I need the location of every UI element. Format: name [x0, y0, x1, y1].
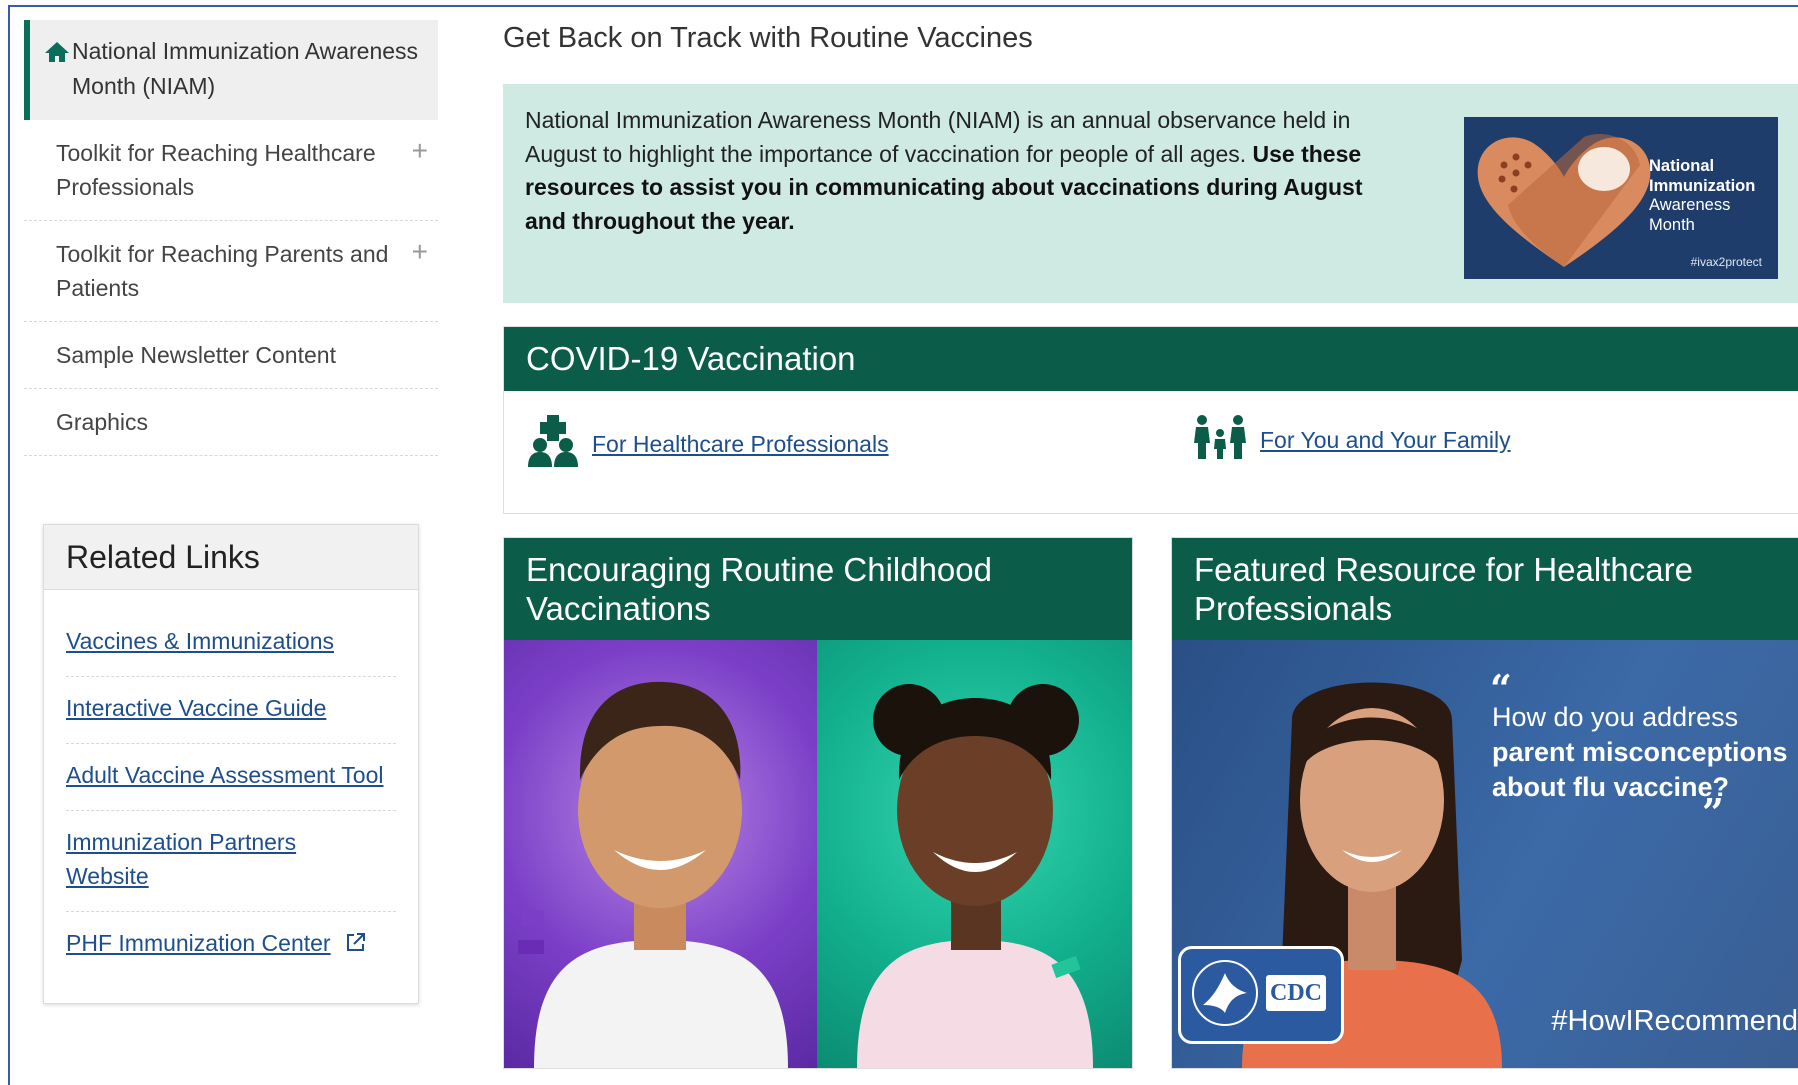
page-title: Get Back on Track with Routine Vaccines — [503, 22, 1033, 54]
list-item: PHF Immunization Center — [66, 912, 396, 980]
expand-plus-icon[interactable]: + — [402, 136, 428, 204]
niam-logo: National Immunization Awareness Month #i… — [1464, 117, 1778, 279]
healthcare-professionals-icon — [526, 415, 580, 473]
link-covid-healthcare-professionals[interactable]: For Healthcare Professionals — [592, 431, 889, 458]
close-quote-icon: ” — [1702, 790, 1724, 835]
link-adult-vaccine-assessment[interactable]: Adult Vaccine Assessment Tool — [66, 762, 384, 788]
featured-resource-heading: Featured Resource for Healthcare Profess… — [1172, 538, 1798, 640]
list-item: Immunization Partners Website — [66, 811, 396, 912]
family-icon — [1192, 415, 1248, 465]
list-item: Interactive Vaccine Guide — [66, 677, 396, 744]
featured-resource-image[interactable]: “ How do you address parent misconceptio… — [1172, 640, 1798, 1068]
external-link-icon — [345, 928, 367, 962]
covid-link-hcp-row: For Healthcare Professionals — [526, 415, 889, 473]
hhs-eagle-icon — [1192, 960, 1258, 1026]
related-links-title: Related Links — [44, 525, 418, 590]
sidebar-item-toolkit-parents[interactable]: Toolkit for Reaching Parents and Patient… — [24, 221, 438, 322]
related-links-list: Vaccines & Immunizations Interactive Vac… — [44, 590, 418, 980]
covid-link-family-row: For You and Your Family — [1192, 415, 1511, 465]
covid-card-heading: COVID-19 Vaccination — [504, 327, 1798, 391]
childhood-card-heading: Encouraging Routine Childhood Vaccinatio… — [504, 538, 1132, 640]
sidebar-item-label: National Immunization Awareness Month (N… — [72, 38, 419, 99]
featured-quote: How do you address parent misconceptions… — [1492, 702, 1788, 802]
intro-banner: National Immunization Awareness Month (N… — [503, 84, 1798, 303]
heart-bandage-icon — [1477, 134, 1651, 267]
expand-plus-icon[interactable]: + — [402, 237, 428, 305]
list-item: Vaccines & Immunizations — [66, 610, 396, 677]
link-phf-immunization-center[interactable]: PHF Immunization Center — [66, 930, 331, 956]
cdc-logo-text: CDC — [1266, 975, 1326, 1011]
sidebar-item-toolkit-hcp[interactable]: Toolkit for Reaching Healthcare Professi… — [24, 120, 438, 221]
sidebar-item-niam[interactable]: National Immunization Awareness Month (N… — [24, 20, 438, 120]
intro-text: National Immunization Awareness Month (N… — [525, 107, 1363, 234]
sidebar-nav: National Immunization Awareness Month (N… — [24, 20, 438, 456]
children-photo[interactable] — [504, 640, 1132, 1068]
girl-photo-panel — [817, 640, 1132, 1068]
link-covid-you-and-family[interactable]: For You and Your Family — [1260, 427, 1511, 454]
featured-resource-card[interactable]: Featured Resource for Healthcare Profess… — [1171, 537, 1798, 1069]
how-i-recommend-hashtag: #HowIRecommend — [1551, 1005, 1798, 1037]
niam-logo-text: National Immunization Awareness Month — [1649, 157, 1756, 234]
sidebar-item-newsletter[interactable]: Sample Newsletter Content — [24, 322, 438, 389]
sidebar-item-label: Toolkit for Reaching Healthcare Professi… — [56, 140, 376, 200]
cdc-logo-badge: CDC — [1178, 946, 1344, 1044]
sidebar-item-label: Graphics — [56, 409, 149, 435]
link-interactive-vaccine-guide[interactable]: Interactive Vaccine Guide — [66, 695, 326, 721]
niam-logo-hashtag: #ivax2protect — [1690, 255, 1762, 269]
sidebar-item-graphics[interactable]: Graphics — [24, 389, 438, 456]
covid-vaccination-card: COVID-19 Vaccination For Healthcare Prof… — [503, 326, 1798, 514]
link-immunization-partners[interactable]: Immunization Partners Website — [66, 825, 326, 893]
sidebar-item-label: Sample Newsletter Content — [56, 342, 336, 368]
related-links-box: Related Links Vaccines & Immunizations I… — [43, 524, 419, 1004]
sidebar-item-label: Toolkit for Reaching Parents and Patient… — [56, 241, 389, 301]
home-icon — [44, 34, 72, 104]
boy-photo-panel — [504, 640, 817, 1068]
list-item: Adult Vaccine Assessment Tool — [66, 744, 396, 811]
link-vaccines-immunizations[interactable]: Vaccines & Immunizations — [66, 628, 334, 654]
childhood-vaccinations-card[interactable]: Encouraging Routine Childhood Vaccinatio… — [503, 537, 1133, 1069]
